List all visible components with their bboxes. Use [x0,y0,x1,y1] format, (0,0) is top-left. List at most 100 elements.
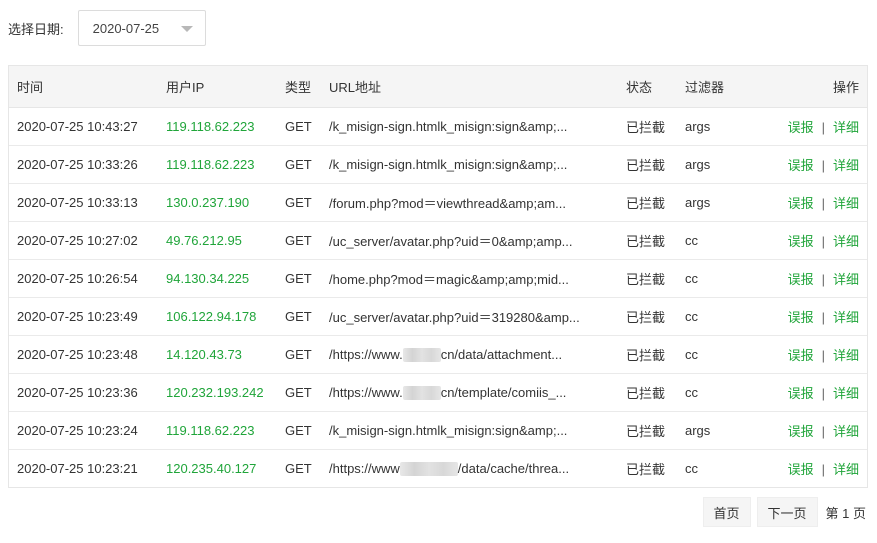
cell-ip: 94.130.34.225 [166,271,250,286]
cell-time: 2020-07-25 10:43:27 [17,119,138,134]
detail-link[interactable]: 详细 [833,158,859,173]
report-false-positive-link[interactable]: 误报 [788,386,814,401]
detail-link[interactable]: 详细 [833,234,859,249]
cell-ops: 误报 | 详细 [769,231,867,250]
url-text-start: /k_misign-sign.htmlk_misign:sign&amp;... [329,119,568,134]
report-false-positive-link[interactable]: 误报 [788,462,814,477]
cell-status: 已拦截 [626,462,666,477]
table-body: 2020-07-25 10:43:27 119.118.62.223 GET/k_m… [9,108,867,487]
cell-url: /k_misign-sign.htmlk_misign:sign&amp;... [321,157,618,172]
redacted-domain [402,386,441,401]
separator: | [821,272,825,287]
cell-url: /uc_server/avatar.php?uid＝319280&amp... [321,307,618,326]
cell-status: 已拦截 [626,424,666,439]
cell-ops: 误报 | 详细 [769,193,867,212]
table-row: 2020-07-25 10:23:49 106.122.94.178 GET/uc_… [9,298,867,336]
cell-ip: 130.0.237.190 [166,195,250,210]
cell-status: 已拦截 [626,272,666,287]
cell-type: GET [285,157,312,172]
detail-link[interactable]: 详细 [833,348,859,363]
cell-url: /k_misign-sign.htmlk_misign:sign&amp;... [321,119,618,134]
chevron-down-icon [180,26,193,32]
cell-time: 2020-07-25 10:23:49 [17,309,138,324]
date-select[interactable]: 2020-07-25 [77,10,206,46]
cell-url: /home.php?mod＝magic&amp;amp;mid... [321,269,618,288]
detail-link[interactable]: 详细 [833,386,859,401]
table-row: 2020-07-25 10:23:36 120.232.193.242 GET/ht… [9,374,867,412]
detail-link[interactable]: 详细 [833,462,859,477]
date-label: 选择日期: [8,21,64,37]
cell-filter: cc [685,385,698,400]
cell-time: 2020-07-25 10:26:54 [17,271,138,286]
first-page-button[interactable]: 首页 [702,497,751,527]
table-row: 2020-07-25 10:23:21 120.235.40.127 GET/htt… [9,450,867,487]
cell-ip: 120.232.193.242 [166,385,264,400]
header-filter: 过滤器 [685,80,725,95]
redacted-domain [402,348,441,363]
cell-filter: args [685,195,711,210]
cell-ops: 误报 | 详细 [769,383,867,402]
separator: | [821,158,825,173]
table-row: 2020-07-25 10:33:26 119.118.62.223 GET/k_m… [9,146,867,184]
report-false-positive-link[interactable]: 误报 [788,310,814,325]
cell-type: GET [285,385,312,400]
cell-time: 2020-07-25 10:27:02 [17,233,138,248]
cell-ops: 误报 | 详细 [769,117,867,136]
cell-status: 已拦截 [626,196,666,211]
report-false-positive-link[interactable]: 误报 [788,424,814,439]
cell-time: 2020-07-25 10:23:24 [17,423,138,438]
url-text-start: /home.php?mod＝magic&amp;amp;mid... [329,272,569,287]
cell-filter: args [685,157,711,172]
cell-ip: 119.118.62.223 [166,119,255,134]
detail-link[interactable]: 详细 [833,424,859,439]
cell-status: 已拦截 [626,310,666,325]
detail-link[interactable]: 详细 [833,196,859,211]
separator: | [821,348,825,363]
cell-ip: 14.120.43.73 [166,347,242,362]
table-row: 2020-07-25 10:23:24 119.118.62.223 GET/k_m… [9,412,867,450]
report-false-positive-link[interactable]: 误报 [788,348,814,363]
cell-status: 已拦截 [626,234,666,249]
log-table: 时间 用户IP 类型 URL地址 状态 过滤器 操作 2020-07-25 10… [8,65,868,488]
detail-link[interactable]: 详细 [833,272,859,287]
page-info: 第 1 页 [825,505,866,521]
cell-status: 已拦截 [626,120,666,135]
url-text-start: /k_misign-sign.htmlk_misign:sign&amp;... [329,157,568,172]
url-text-end: cn/data/attachment... [440,346,563,362]
header-ops: 操作 [832,80,859,95]
pagination: 首页 下一页 第 1 页 [697,497,866,527]
table-header: 时间 用户IP 类型 URL地址 状态 过滤器 操作 [9,66,867,108]
report-false-positive-link[interactable]: 误报 [788,272,814,287]
separator: | [821,462,825,477]
url-text-start: /k_misign-sign.htmlk_misign:sign&amp;... [329,423,568,438]
report-false-positive-link[interactable]: 误报 [788,158,814,173]
report-false-positive-link[interactable]: 误报 [788,120,814,135]
cell-type: GET [285,309,312,324]
cell-status: 已拦截 [626,348,666,363]
table-row: 2020-07-25 10:43:27 119.118.62.223 GET/k_m… [9,108,867,146]
cell-type: GET [285,461,312,476]
cell-filter: cc [685,233,698,248]
table-row: 2020-07-25 10:33:13 130.0.237.190 GET/foru… [9,184,867,222]
cell-time: 2020-07-25 10:23:36 [17,385,138,400]
separator: | [821,196,825,211]
cell-filter: cc [685,347,698,362]
cell-type: GET [285,347,312,362]
separator: | [821,386,825,401]
cell-status: 已拦截 [626,158,666,173]
table-row: 2020-07-25 10:26:54 94.130.34.225 GET/home… [9,260,867,298]
cell-type: GET [285,119,312,134]
url-text-start: /https://www. [329,384,403,400]
date-filter: 选择日期: 2020-07-25 [8,9,206,47]
report-false-positive-link[interactable]: 误报 [788,196,814,211]
cell-time: 2020-07-25 10:33:26 [17,157,138,172]
next-page-button[interactable]: 下一页 [756,497,818,527]
detail-link[interactable]: 详细 [833,310,859,325]
cell-filter: cc [685,461,698,476]
cell-filter: cc [685,309,698,324]
report-false-positive-link[interactable]: 误报 [788,234,814,249]
detail-link[interactable]: 详细 [833,120,859,135]
cell-status: 已拦截 [626,386,666,401]
cell-ip: 49.76.212.95 [166,233,242,248]
cell-ops: 误报 | 详细 [769,269,867,288]
